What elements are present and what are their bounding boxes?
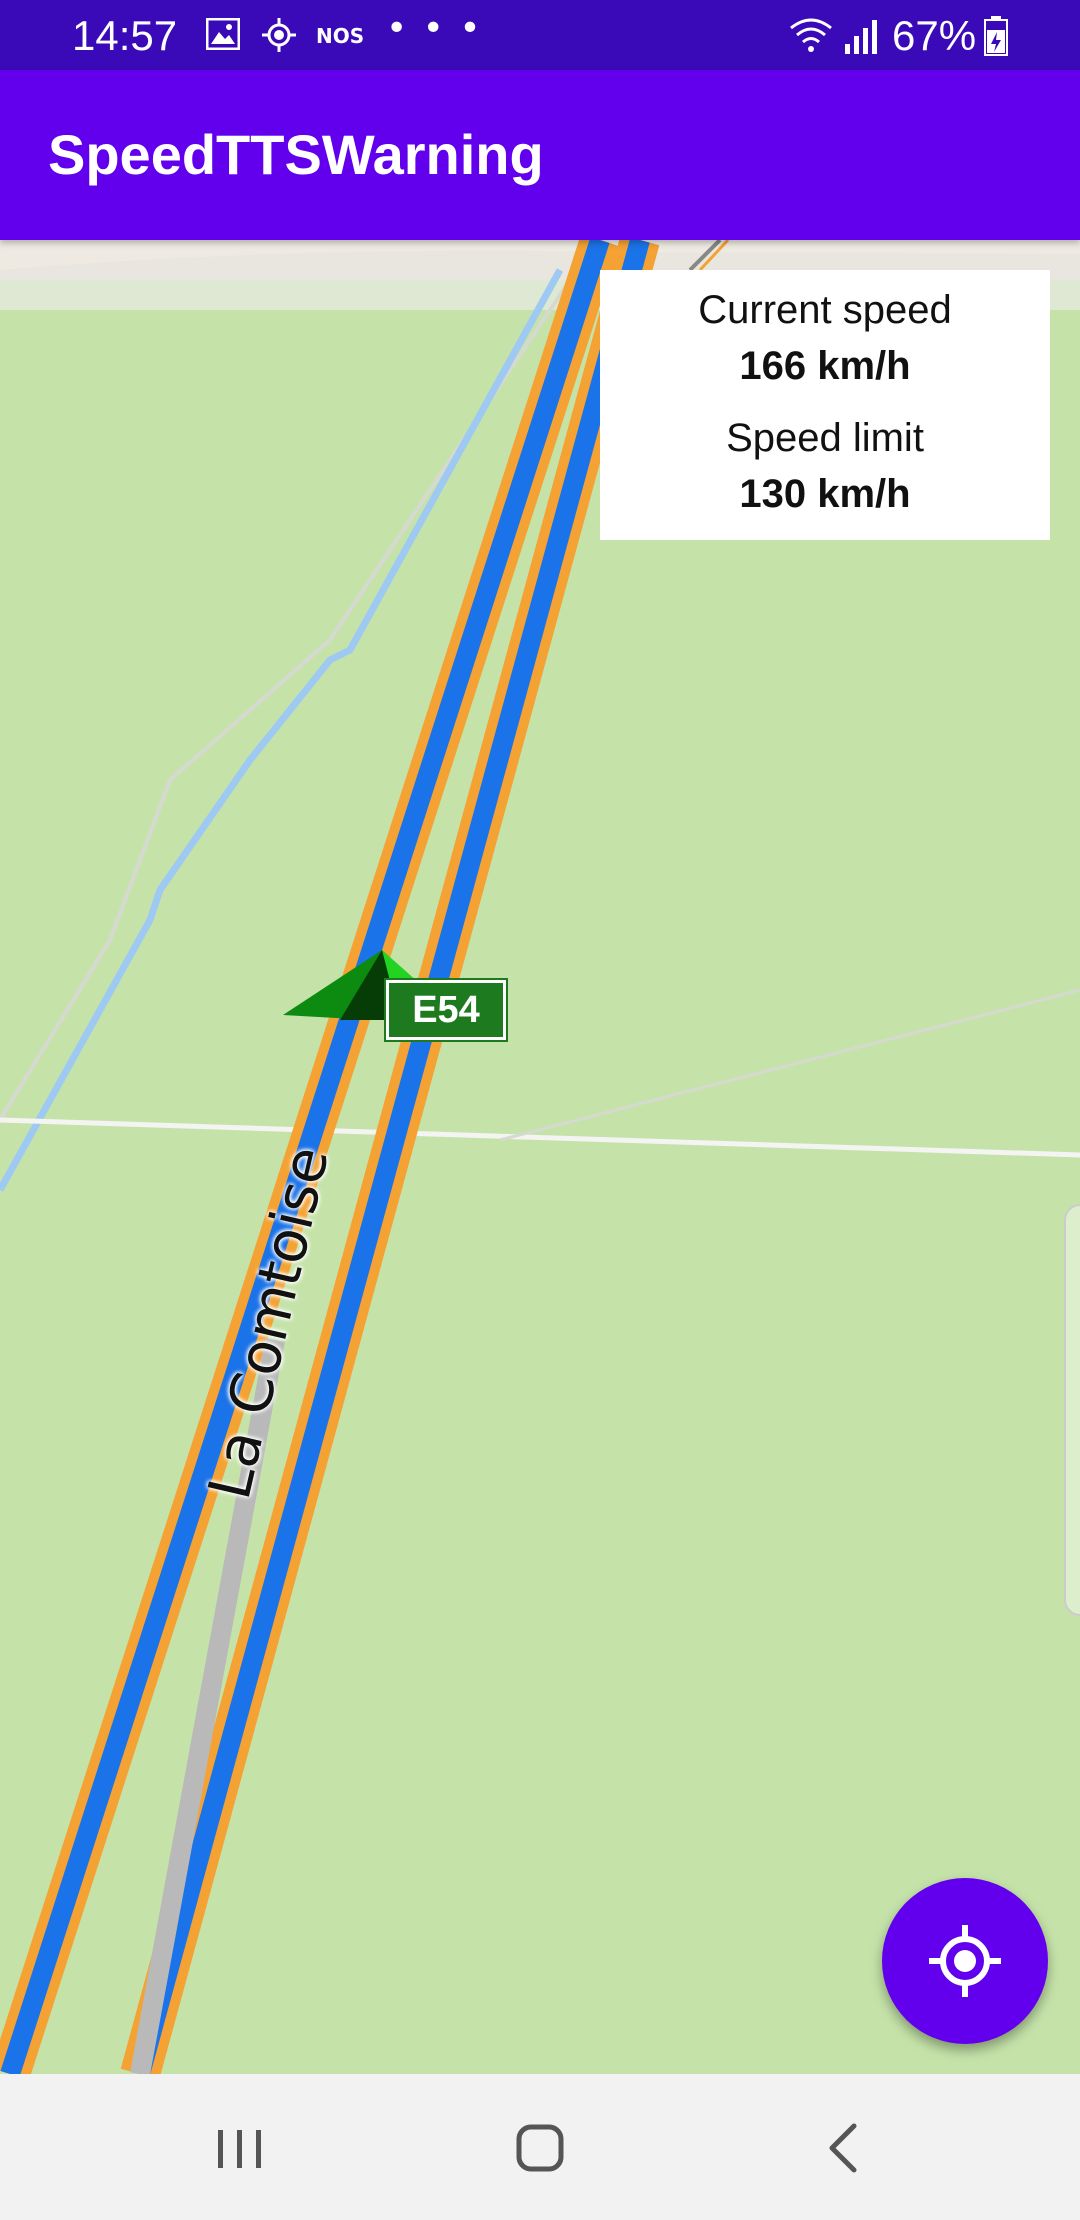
home-icon [516, 2124, 564, 2172]
signal-icon [844, 18, 878, 58]
home-button[interactable] [504, 2112, 576, 2184]
current-speed-value: 166 km/h [739, 344, 911, 388]
route-shield: E54 [384, 978, 508, 1042]
location-icon [262, 18, 296, 56]
more-notifications: • • • [386, 8, 483, 49]
my-location-button[interactable] [882, 1878, 1048, 2044]
status-time: 14:57 [72, 12, 178, 59]
edge-panel-handle[interactable] [1064, 1204, 1080, 1616]
app-title: SpeedTTSWarning [48, 123, 544, 186]
image-icon [205, 17, 241, 54]
recents-icon [218, 2130, 261, 2168]
network-label: NOS [316, 24, 365, 48]
battery-icon [984, 16, 1008, 60]
current-speed-label: Current speed [698, 288, 952, 332]
navigation-bar [0, 2074, 1080, 2220]
app-bar: SpeedTTSWarning [0, 70, 1080, 240]
back-icon [829, 2123, 857, 2173]
status-bar: 14:57 NOS • • • 67% [0, 0, 1080, 70]
my-location-icon [929, 1925, 1001, 1997]
speed-limit-value: 130 km/h [739, 472, 911, 516]
wifi-icon [788, 16, 834, 58]
river [0, 268, 564, 1192]
speed-info-panel: Current speed 166 km/h Speed limit 130 k… [600, 270, 1050, 540]
speed-limit-label: Speed limit [726, 416, 924, 460]
recents-button[interactable] [204, 2112, 276, 2184]
battery-percent: 67% [892, 12, 977, 59]
back-button[interactable] [808, 2112, 880, 2184]
